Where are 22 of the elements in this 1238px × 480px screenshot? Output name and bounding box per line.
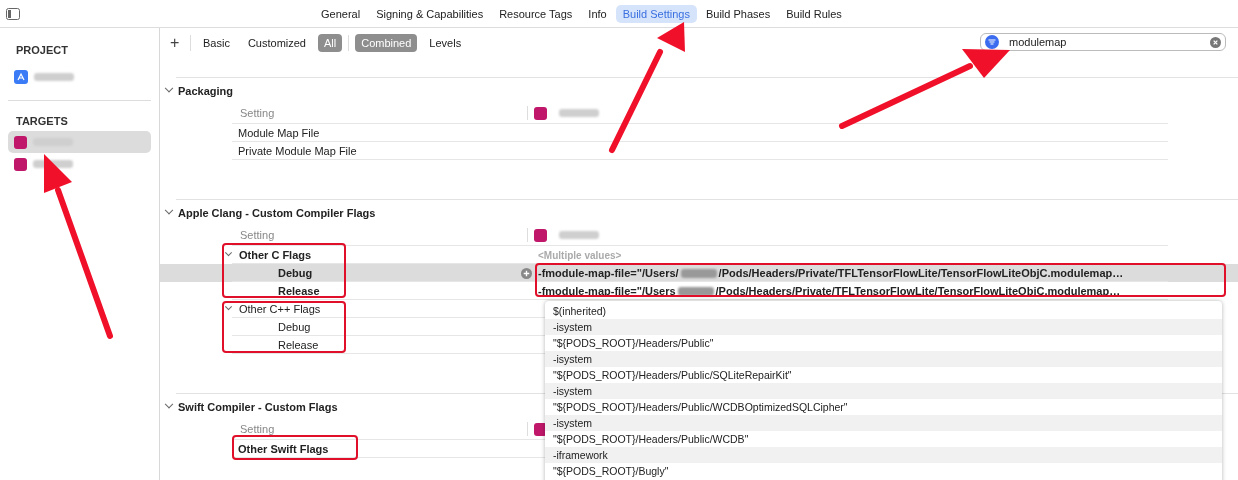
- section-heading: PROJECT: [15, 44, 69, 58]
- column-header: Setting: [239, 107, 276, 119]
- setting-name: Debug: [278, 321, 311, 333]
- setting-name: Other Swift Flags: [238, 443, 329, 455]
- setting-value: -fmodule-map-file="/Users/: [538, 267, 679, 279]
- setting-name: Debug: [278, 267, 313, 279]
- setting-value: /Pods/Headers/Private/TFLTensorFlowLite/TensorFlowLiteObjC.modulemap…: [715, 285, 1121, 297]
- setting-name: Other C Flags: [239, 249, 312, 261]
- section-title: Apple Clang - Custom Compiler Flags: [178, 207, 376, 219]
- setting-name: Release: [278, 339, 319, 351]
- setting-value: <Multiple values>: [537, 249, 622, 261]
- setting-name: Release: [278, 285, 320, 297]
- section-title: Swift Compiler - Custom Flags: [178, 401, 338, 413]
- setting-value: -fmodule-map-file="/Users: [538, 285, 676, 297]
- section-title: Packaging: [178, 85, 234, 97]
- setting-name: Other C++ Flags: [239, 303, 321, 315]
- column-header: Setting: [239, 229, 276, 241]
- setting-name: Private Module Map File: [238, 145, 357, 157]
- section-heading: TARGETS: [15, 115, 69, 129]
- setting-name: Module Map File: [238, 127, 320, 139]
- setting-value: /Pods/Headers/Private/TFLTensorFlowLite/TensorFlowLiteObjC.modulemap…: [718, 267, 1124, 279]
- column-header: Setting: [239, 423, 276, 435]
